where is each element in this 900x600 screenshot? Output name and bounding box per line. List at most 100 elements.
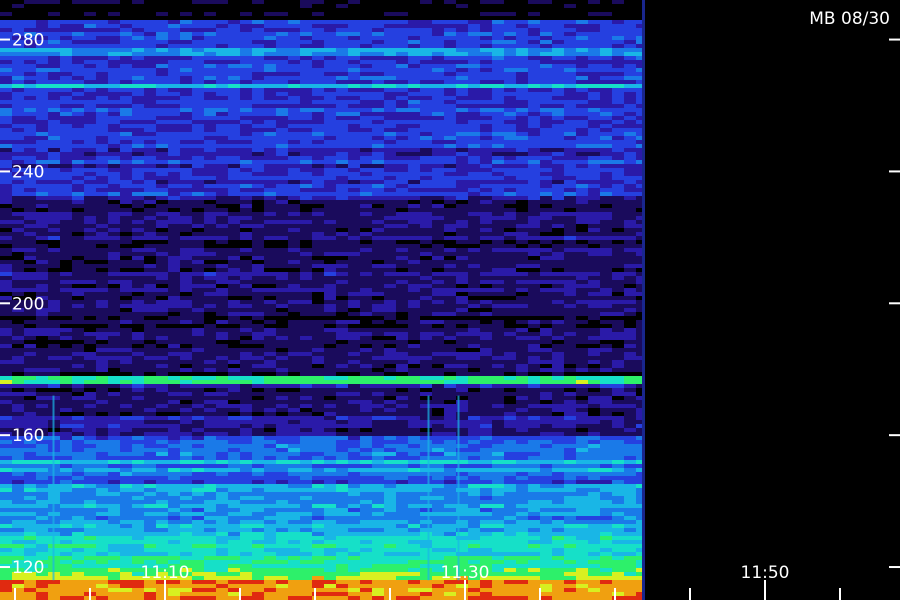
heatmap-cell <box>420 332 432 336</box>
heatmap-cell <box>96 104 108 108</box>
heatmap-cell <box>624 196 636 200</box>
heatmap-cell <box>528 320 540 324</box>
heatmap-cell <box>360 212 372 216</box>
heatmap-cell <box>276 268 288 272</box>
heatmap-cell <box>444 12 456 16</box>
heatmap-cell <box>36 184 48 188</box>
heatmap-cell <box>144 316 156 320</box>
heatmap-cell <box>576 332 588 336</box>
heatmap-cell <box>492 236 504 240</box>
heatmap-cell <box>336 232 348 236</box>
heatmap-cell <box>396 352 408 356</box>
heatmap-cell <box>72 132 84 136</box>
heatmap-cell <box>48 12 60 16</box>
heatmap-cell <box>348 244 360 248</box>
heatmap-cell <box>108 328 120 332</box>
heatmap-cell <box>60 144 72 148</box>
heatmap-cell <box>300 352 312 356</box>
heatmap-cell <box>612 332 624 336</box>
heatmap-cell <box>396 128 408 132</box>
heatmap-cell <box>240 356 252 360</box>
heatmap-cell <box>312 224 324 228</box>
heatmap-cell <box>372 220 384 224</box>
heatmap-cell <box>528 304 540 308</box>
heatmap-cell <box>24 200 36 204</box>
heatmap-cell <box>552 208 564 212</box>
heatmap-cell <box>324 260 336 264</box>
heatmap-cell <box>72 284 84 288</box>
heatmap-cell <box>468 256 480 260</box>
heatmap-cell <box>384 20 396 24</box>
heatmap-cell <box>396 48 408 52</box>
heatmap-cell <box>156 256 168 260</box>
heatmap-cell <box>480 300 492 304</box>
heatmap-cell <box>180 260 192 264</box>
heatmap-cell <box>444 96 456 100</box>
heatmap-cell <box>204 292 216 296</box>
heatmap-cell <box>564 320 576 324</box>
heatmap-cell <box>444 188 456 192</box>
heatmap-cell <box>336 68 348 72</box>
heatmap-cell <box>348 236 360 240</box>
heatmap-cell <box>84 308 96 312</box>
heatmap-cell <box>72 344 84 348</box>
heatmap-cell <box>552 212 564 216</box>
heatmap-cell <box>120 152 132 156</box>
heatmap-cell <box>0 164 12 168</box>
heatmap-cell <box>324 364 336 368</box>
heatmap-cell <box>240 140 252 144</box>
heatmap-cell <box>624 268 636 272</box>
heatmap-cell <box>276 172 288 176</box>
heatmap-cell <box>408 300 420 304</box>
heatmap-cell <box>528 208 540 212</box>
heatmap-cell <box>264 332 276 336</box>
heatmap-cell <box>408 224 420 228</box>
heatmap-cell <box>96 300 108 304</box>
heatmap-cell <box>444 120 456 124</box>
heatmap-cell <box>288 240 300 244</box>
heatmap-cell <box>528 316 540 320</box>
heatmap-cell <box>336 304 348 308</box>
heatmap-cell <box>276 44 288 48</box>
heatmap-cell <box>120 212 132 216</box>
heatmap-cell <box>540 344 552 348</box>
heatmap-cell <box>264 308 276 312</box>
heatmap-cell <box>312 316 324 320</box>
heatmap-cell <box>264 344 276 348</box>
heatmap-cell <box>588 40 600 44</box>
heatmap-cell <box>288 204 300 208</box>
heatmap-cell <box>384 4 396 8</box>
heatmap-cell <box>156 108 168 112</box>
heatmap-cell <box>132 76 144 80</box>
heatmap-cell <box>324 156 336 160</box>
heatmap-cell <box>36 316 48 320</box>
heatmap-cell <box>120 96 132 100</box>
heatmap-cell <box>576 320 588 324</box>
heatmap-cell <box>204 224 216 228</box>
heatmap-cell <box>336 112 348 116</box>
heatmap-cell <box>24 4 36 8</box>
heatmap-cell <box>552 300 564 304</box>
heatmap-cell <box>180 100 192 104</box>
heatmap-cell <box>192 120 204 124</box>
heatmap-cell <box>516 344 528 348</box>
heatmap-cell <box>396 300 408 304</box>
heatmap-cell <box>24 0 36 4</box>
heatmap-cell <box>564 200 576 204</box>
heatmap-cell <box>60 336 72 340</box>
heatmap-cell <box>360 172 372 176</box>
heatmap-cell <box>180 200 192 204</box>
heatmap-cell <box>216 140 228 144</box>
heatmap-cell <box>420 244 432 248</box>
heatmap-cell <box>240 44 252 48</box>
heatmap-cell <box>528 100 540 104</box>
heatmap-cell <box>36 348 48 352</box>
heatmap-cell <box>324 308 336 312</box>
heatmap-cell <box>48 108 60 112</box>
heatmap-cell <box>96 48 108 52</box>
heatmap-cell <box>588 20 600 24</box>
heatmap-cell <box>504 156 516 160</box>
heatmap-cell <box>12 284 24 288</box>
heatmap-cell <box>96 156 108 160</box>
heatmap-cell <box>588 280 600 284</box>
